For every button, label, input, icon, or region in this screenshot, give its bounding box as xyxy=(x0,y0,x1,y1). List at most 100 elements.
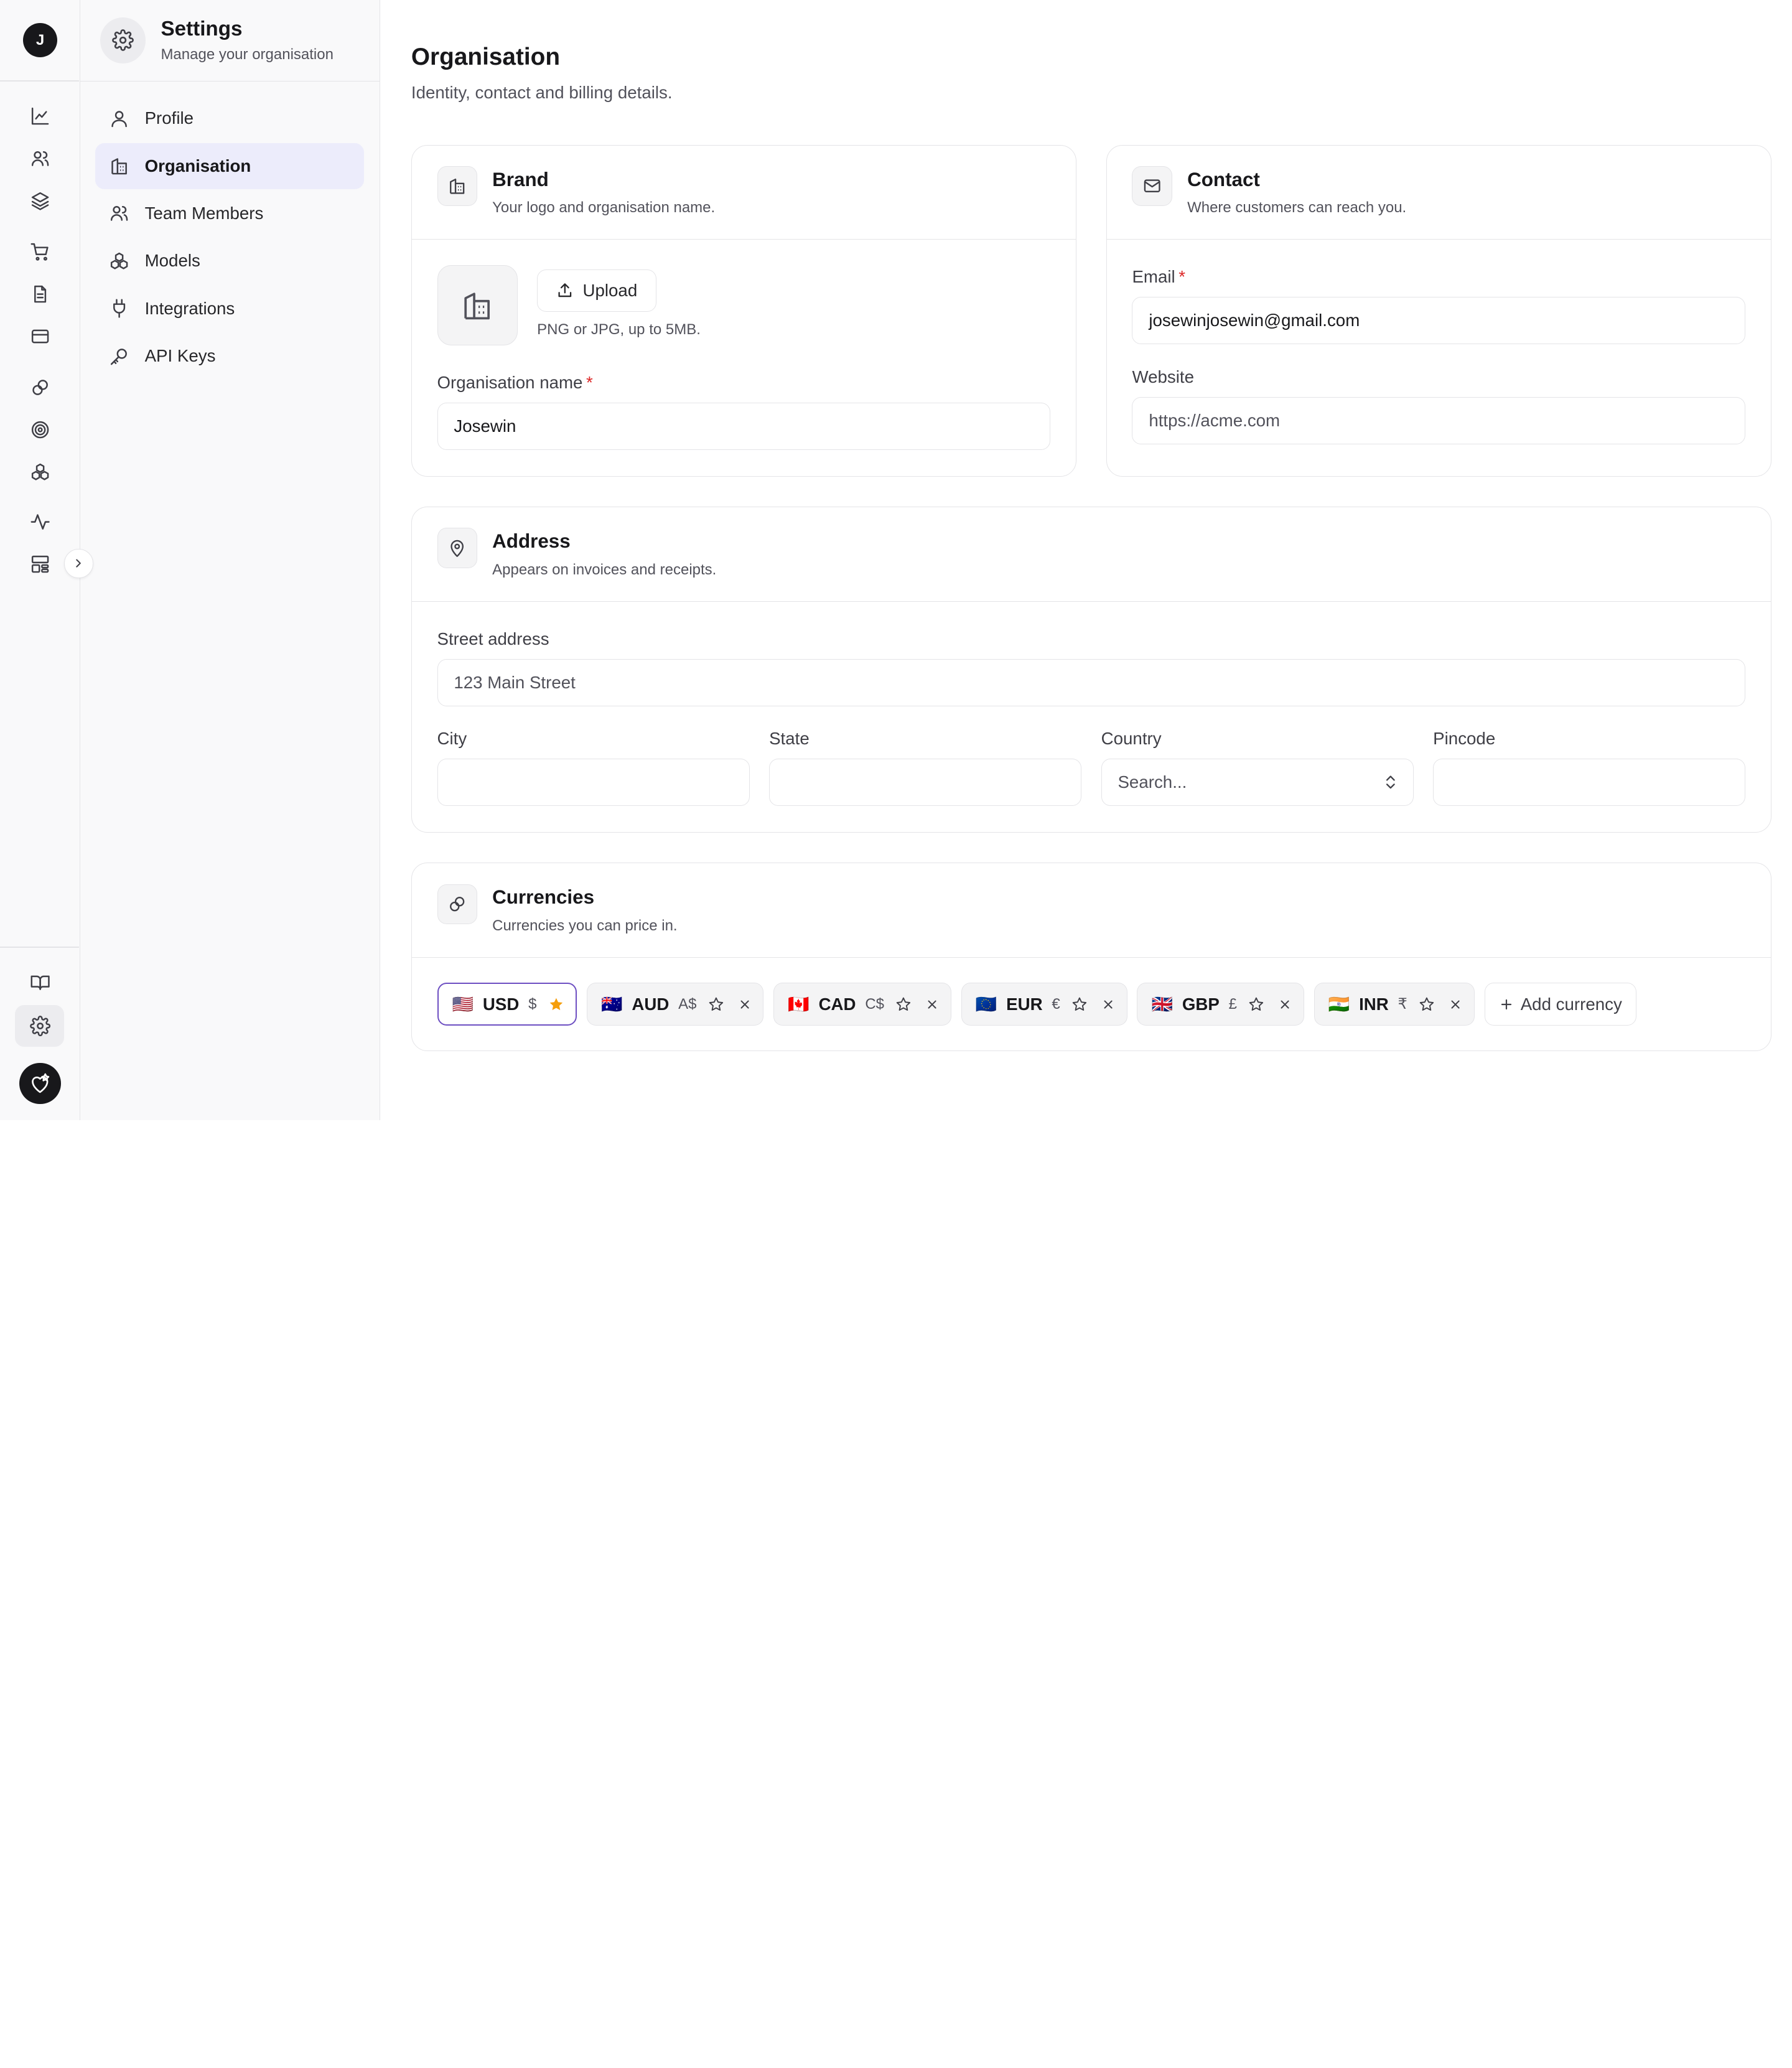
close-icon[interactable] xyxy=(925,998,939,1011)
contact-title: Contact xyxy=(1187,168,1260,190)
flag-icon: 🇪🇺 xyxy=(975,994,997,1014)
currencies-card-header: Currencies Currencies you can price in. xyxy=(411,863,1771,958)
nav-item-models[interactable]: Models xyxy=(95,238,364,284)
chevron-right-icon xyxy=(76,559,82,568)
settings-sidebar: Settings Manage your organisation Profil… xyxy=(80,0,381,1121)
currency-chip-inr[interactable]: 🇮🇳 INR ₹ xyxy=(1314,983,1475,1026)
logo-placeholder[interactable] xyxy=(437,264,518,345)
boxes-icon[interactable] xyxy=(29,461,52,484)
brand-title: Brand xyxy=(492,168,549,190)
target-icon[interactable] xyxy=(29,418,52,441)
country-select[interactable]: Search... xyxy=(1101,759,1414,807)
flag-icon: 🇨🇦 xyxy=(788,994,810,1014)
currency-chip-usd[interactable]: 🇺🇸 USD $ xyxy=(437,983,577,1026)
add-currency-button[interactable]: Add currency xyxy=(1484,983,1636,1026)
settings-nav: Profile Organisation Team Members Models… xyxy=(95,95,365,381)
organisation-name-input[interactable]: Josewin xyxy=(437,403,1051,450)
users-icon[interactable] xyxy=(29,147,52,170)
city-input[interactable] xyxy=(437,759,750,807)
gear-icon[interactable] xyxy=(29,1014,52,1037)
email-field[interactable]: josewinjosewin@gmail.com xyxy=(1132,297,1746,344)
address-subtitle: Appears on invoices and receipts. xyxy=(492,561,717,578)
layout-icon[interactable] xyxy=(29,553,52,576)
building-icon xyxy=(437,166,478,207)
nav-item-api-keys[interactable]: API Keys xyxy=(95,333,364,379)
upload-label: Upload xyxy=(582,281,638,301)
star-icon[interactable] xyxy=(1071,996,1088,1013)
document-icon[interactable] xyxy=(29,283,52,306)
star-icon[interactable] xyxy=(895,996,912,1013)
currency-chip-list: 🇺🇸 USD $ 🇦🇺 AUD A$ 🇨🇦 CAD C$ 🇪🇺 EUR € 🇬🇧… xyxy=(437,983,1636,1026)
book-icon[interactable] xyxy=(29,971,52,994)
nav-item-integrations[interactable]: Integrations xyxy=(95,286,364,332)
credit-card-icon[interactable] xyxy=(29,325,52,348)
map-pin-icon xyxy=(437,528,478,568)
rail-divider xyxy=(0,80,80,82)
page-subtitle: Identity, contact and billing details. xyxy=(411,82,673,102)
rail-divider xyxy=(0,947,80,948)
currency-code: USD xyxy=(482,994,520,1014)
required-asterisk: * xyxy=(586,373,593,393)
user-profile-avatar[interactable] xyxy=(19,1062,61,1105)
currency-symbol: ₹ xyxy=(1398,996,1407,1013)
pincode-input[interactable] xyxy=(1433,759,1746,807)
currency-chip-gbp[interactable]: 🇬🇧 GBP £ xyxy=(1137,983,1304,1026)
star-icon[interactable] xyxy=(708,996,724,1013)
close-icon[interactable] xyxy=(1278,998,1292,1011)
nav-item-profile[interactable]: Profile xyxy=(95,95,364,141)
mail-icon xyxy=(1132,166,1173,207)
nav-item-team-members[interactable]: Team Members xyxy=(95,190,364,236)
star-icon[interactable] xyxy=(1248,996,1264,1013)
user-icon xyxy=(111,110,128,127)
website-field[interactable]: https://acme.com xyxy=(1132,396,1746,444)
building-icon xyxy=(111,158,128,175)
star-icon[interactable] xyxy=(1419,996,1435,1013)
upload-hint: PNG or JPG, up to 5MB. xyxy=(537,321,701,339)
nav-item-label: Team Members xyxy=(144,204,264,223)
layers-icon[interactable] xyxy=(29,190,52,213)
flag-icon: 🇺🇸 xyxy=(452,994,474,1014)
email-label: Email * xyxy=(1132,267,1186,287)
settings-subtitle: Manage your organisation xyxy=(161,45,334,63)
cart-icon[interactable] xyxy=(29,240,52,263)
upload-button[interactable]: Upload xyxy=(537,269,657,312)
close-icon[interactable] xyxy=(1449,998,1462,1011)
currency-chip-cad[interactable]: 🇨🇦 CAD C$ xyxy=(773,983,952,1026)
currency-symbol: C$ xyxy=(865,995,885,1013)
contact-card: Contact Where customers can reach you. E… xyxy=(1106,144,1771,477)
brand-subtitle: Your logo and organisation name. xyxy=(492,199,716,217)
state-input[interactable] xyxy=(769,759,1082,807)
currency-code: INR xyxy=(1359,994,1389,1014)
nav-item-label: Models xyxy=(144,251,200,271)
contact-subtitle: Where customers can reach you. xyxy=(1187,199,1407,217)
address-card: Address Appears on invoices and receipts… xyxy=(411,507,1771,833)
star-filled-icon[interactable] xyxy=(548,996,564,1013)
workspace-avatar[interactable]: J xyxy=(22,22,58,58)
upload-icon xyxy=(558,283,572,297)
website-label: Website xyxy=(1132,367,1194,386)
nav-item-label: Integrations xyxy=(144,298,235,318)
building-icon xyxy=(464,292,490,319)
currencies-title: Currencies xyxy=(492,886,595,909)
analytics-icon[interactable] xyxy=(29,105,52,128)
nav-item-organisation[interactable]: Organisation xyxy=(95,143,365,189)
activity-icon[interactable] xyxy=(29,510,52,533)
currency-chip-eur[interactable]: 🇪🇺 EUR € xyxy=(961,983,1127,1026)
coins-icon[interactable] xyxy=(29,376,52,399)
coins-icon xyxy=(437,884,478,925)
close-icon[interactable] xyxy=(1101,998,1115,1011)
add-currency-label: Add currency xyxy=(1520,994,1622,1014)
street-address-input[interactable]: 123 Main Street xyxy=(437,658,1746,706)
flag-icon: 🇦🇺 xyxy=(601,994,623,1014)
currency-code: AUD xyxy=(632,994,670,1014)
state-label: State xyxy=(769,729,810,749)
main-content: Organisation Identity, contact and billi… xyxy=(380,0,1792,1121)
close-icon[interactable] xyxy=(738,998,752,1011)
nav-item-label: Organisation xyxy=(144,156,251,175)
expand-sidebar-button[interactable] xyxy=(64,549,93,578)
key-icon xyxy=(111,348,128,365)
address-title: Address xyxy=(492,530,571,553)
street-address-label: Street address xyxy=(437,629,549,648)
currency-chip-aud[interactable]: 🇦🇺 AUD A$ xyxy=(586,983,764,1026)
flag-icon: 🇬🇧 xyxy=(1151,994,1174,1014)
